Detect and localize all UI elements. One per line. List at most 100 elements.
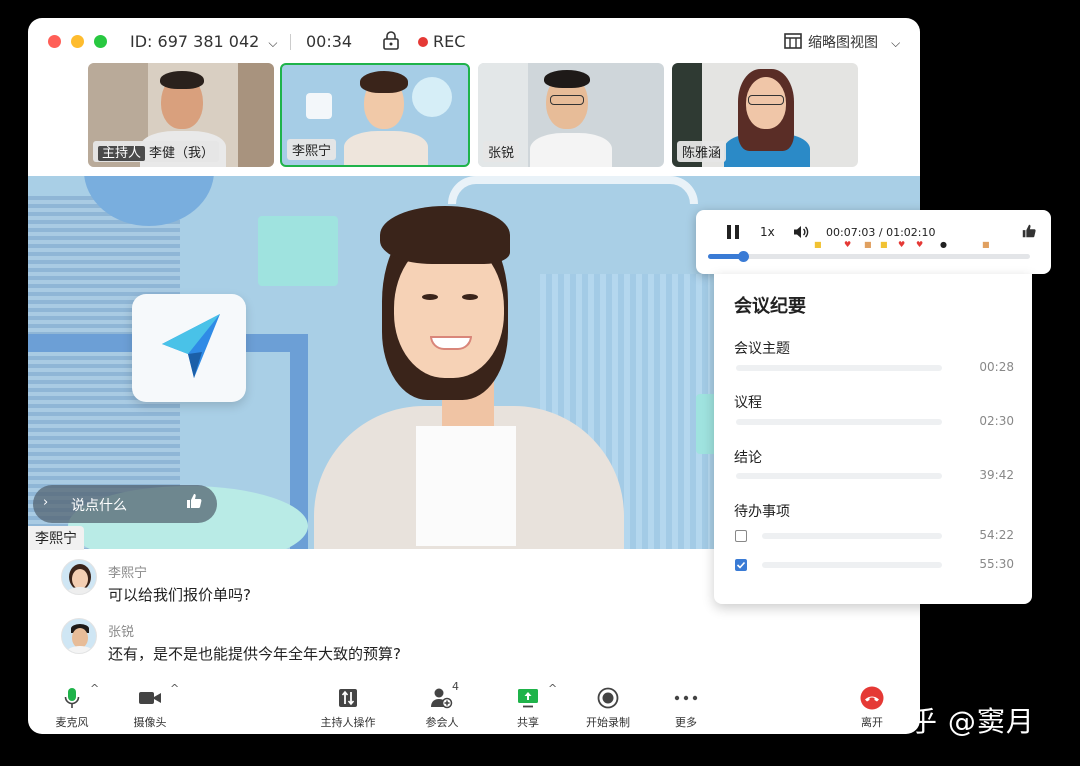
minutes-section-label[interactable]: 结论	[734, 447, 762, 467]
caption-text: 还有，是不是也能提供今年全年大致的预算?	[108, 645, 401, 663]
playback-speed-button[interactable]: 1x	[760, 225, 775, 239]
say-placeholder: 说点什么	[71, 498, 127, 514]
camera-button[interactable]: ^ 摄像头	[110, 682, 190, 730]
minutes-section-label[interactable]: 会议主题	[734, 338, 790, 358]
reaction-markers: ■ ♥ ■ ■ ♥ ♥ ● ■	[814, 240, 994, 250]
minutes-content-placeholder	[736, 419, 942, 425]
participant-body	[530, 133, 612, 167]
avatar	[61, 559, 97, 595]
more-dots-icon	[674, 695, 698, 701]
volume-icon[interactable]	[793, 224, 809, 244]
participants-button[interactable]: 4 参会人	[402, 680, 482, 730]
playback-time: 00:07:03 / 01:02:10	[826, 226, 936, 239]
participant-tile[interactable]: 张锐	[478, 63, 664, 167]
glasses-icon	[550, 95, 584, 105]
maximize-window-button[interactable]	[94, 35, 107, 48]
participant-tile[interactable]: 陈雅涵	[672, 63, 858, 167]
microphone-icon	[64, 688, 80, 708]
minutes-timestamp[interactable]: 00:28	[979, 360, 1014, 374]
minutes-section-label[interactable]: 议程	[734, 392, 762, 412]
participant-name: 李健（我）	[149, 146, 215, 161]
reaction-marker-icon: ■	[814, 240, 822, 249]
paper-plane-logo-icon	[162, 314, 220, 378]
host-actions-label: 主持人操作	[320, 716, 376, 729]
record-icon	[597, 687, 619, 709]
participant-tile-active[interactable]: 李熙宁	[280, 63, 470, 167]
screenshot-root: ID: 697 381 042 ⌵ 00:34 REC 缩略图视图 ⌵ 主持人	[0, 0, 1080, 766]
glasses-icon	[748, 95, 784, 105]
reaction-marker-icon: ■	[982, 240, 990, 249]
chevron-right-icon: ›	[43, 495, 49, 510]
minutes-section-label[interactable]: 待办事项	[734, 501, 790, 521]
view-mode-dropdown[interactable]: 缩略图视图 ⌵	[784, 32, 900, 52]
minutes-title: 会议纪要	[734, 296, 806, 317]
host-tag: 主持人	[98, 146, 146, 161]
camera-label: 摄像头	[133, 716, 167, 729]
minimize-window-button[interactable]	[71, 35, 84, 48]
minutes-content-placeholder	[736, 473, 942, 479]
checkmark-icon	[736, 561, 746, 569]
video-camera-icon	[139, 692, 161, 704]
grid-view-icon	[784, 33, 802, 49]
thumbs-up-icon[interactable]	[1021, 223, 1037, 243]
pause-icon[interactable]	[726, 224, 740, 244]
title-bar: ID: 697 381 042 ⌵ 00:34 REC 缩略图视图 ⌵	[28, 18, 920, 64]
participant-body	[344, 131, 428, 165]
meeting-id: ID: 697 381 042	[130, 32, 260, 51]
caption-speaker-name: 李熙宁	[108, 566, 148, 581]
todo-checkbox-checked[interactable]	[735, 559, 747, 571]
divider	[290, 34, 291, 50]
participant-hair	[160, 71, 204, 89]
chevron-up-icon[interactable]: ^	[90, 682, 99, 695]
playback-progress-handle[interactable]	[738, 251, 749, 262]
mic-label: 麦克风	[55, 716, 89, 729]
minutes-timestamp[interactable]: 55:30	[979, 557, 1014, 571]
chevron-up-icon[interactable]: ^	[170, 682, 179, 695]
minutes-content-placeholder	[762, 533, 942, 539]
close-window-button[interactable]	[48, 35, 61, 48]
playback-progress-track[interactable]	[708, 251, 1030, 262]
todo-checkbox[interactable]	[735, 530, 747, 542]
chevron-down-icon: ⌵	[268, 36, 278, 50]
mic-button[interactable]: ^ 麦克风	[32, 682, 112, 730]
app-logo-tile	[132, 294, 246, 402]
minutes-content-placeholder	[762, 562, 942, 568]
lock-icon[interactable]	[382, 31, 400, 55]
minutes-timestamp[interactable]: 39:42	[979, 468, 1014, 482]
thumbs-up-icon[interactable]	[185, 492, 203, 514]
screen-share-icon	[518, 689, 538, 708]
start-recording-button[interactable]: 开始录制	[568, 686, 648, 730]
participants-label: 参会人	[425, 716, 459, 729]
start-recording-label: 开始录制	[586, 716, 630, 729]
view-mode-label: 缩略图视图	[808, 35, 878, 51]
caption-speaker-name: 张锐	[108, 625, 135, 640]
playback-control-panel: 1x 00:07:03 / 01:02:10 ■ ♥ ■ ■ ♥ ♥ ● ■	[696, 210, 1051, 274]
say-something-input[interactable]: › 说点什么	[33, 485, 217, 523]
more-label: 更多	[675, 716, 697, 729]
minutes-timestamp[interactable]: 02:30	[979, 414, 1014, 428]
participant-hair	[360, 71, 408, 93]
minutes-content-placeholder	[736, 365, 942, 371]
share-button[interactable]: ^ 共享	[488, 682, 568, 730]
host-actions-button[interactable]: 主持人操作	[308, 686, 388, 730]
reaction-marker-icon: ■	[880, 240, 888, 249]
chevron-down-icon: ⌵	[891, 36, 901, 50]
sliders-icon	[339, 689, 357, 707]
participant-tile[interactable]: 主持人 李健（我）	[88, 63, 274, 167]
people-icon	[431, 688, 453, 709]
heart-icon: ♥	[916, 240, 924, 249]
active-speaker-label: 李熙宁	[28, 526, 84, 550]
participant-name-label: 主持人 李健（我）	[93, 141, 220, 162]
watermark: 知乎 @窦月	[880, 705, 1035, 738]
minutes-timestamp[interactable]: 54:22	[979, 528, 1014, 542]
participant-name-label: 张锐	[483, 141, 520, 162]
more-button[interactable]: 更多	[646, 686, 726, 730]
rec-label: REC	[433, 32, 466, 51]
participants-count-badge: 4	[452, 680, 459, 693]
recording-indicator: REC	[418, 32, 465, 51]
participant-hair	[544, 70, 590, 88]
meeting-timer: 00:34	[306, 32, 353, 51]
caption-text: 可以给我们报价单吗?	[108, 586, 251, 604]
chevron-up-icon[interactable]: ^	[548, 682, 557, 695]
meeting-id-dropdown[interactable]: ID: 697 381 042 ⌵	[130, 32, 278, 51]
